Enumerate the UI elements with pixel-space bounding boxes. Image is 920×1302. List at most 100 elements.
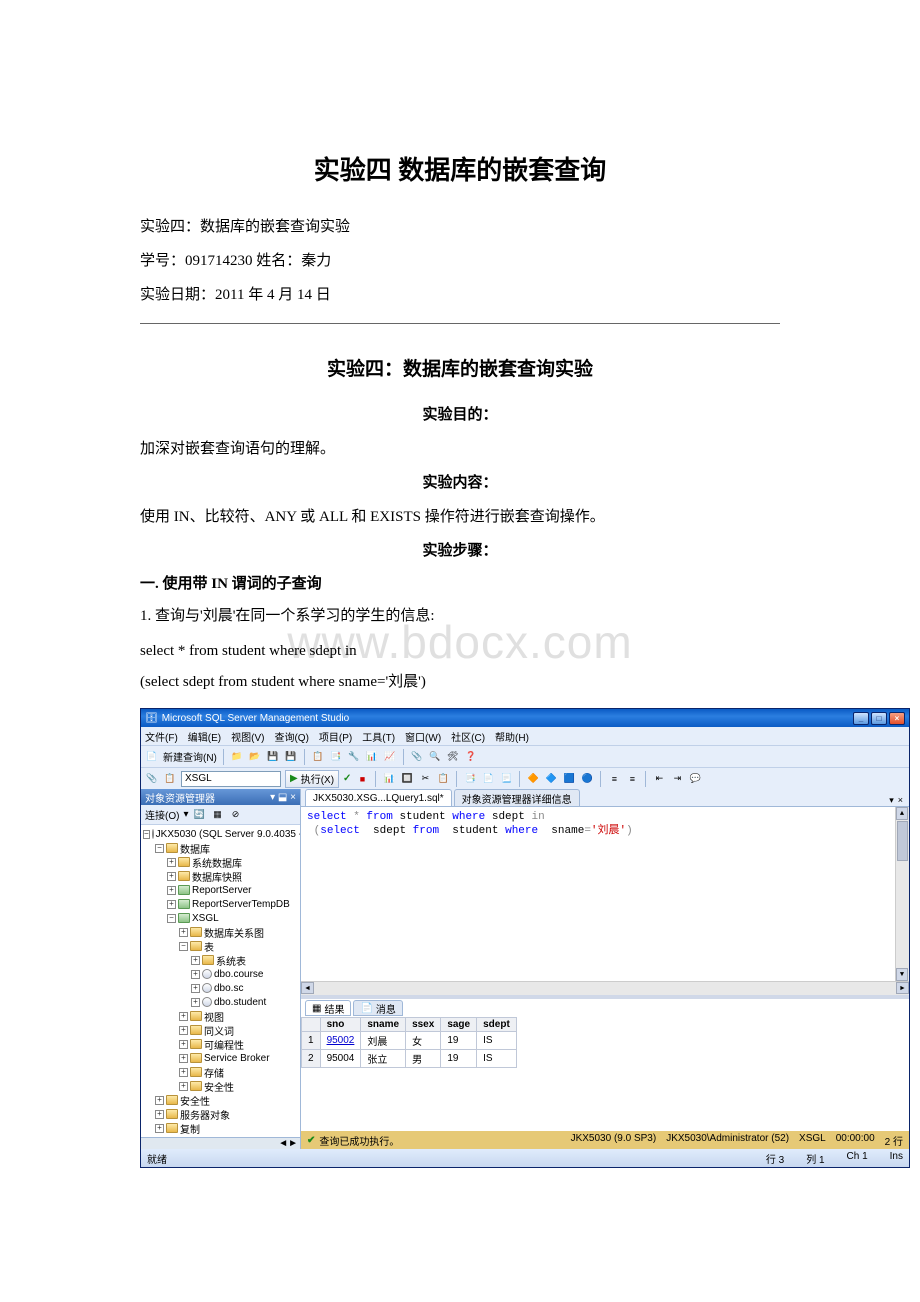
execute-button[interactable]: ▶ 执行(X)	[285, 770, 339, 788]
tree-node[interactable]: +系统数据库	[141, 855, 300, 869]
save-icon[interactable]: 💾	[266, 750, 280, 764]
menu-community[interactable]: 社区(C)	[451, 729, 485, 744]
tree-node[interactable]: +ReportServerTempDB	[141, 897, 300, 911]
results-grid[interactable]: sno sname ssex sage sdept 1 95002 刘晨 女	[301, 1017, 909, 1131]
tab-oe-details[interactable]: 对象资源管理器详细信息	[454, 789, 580, 806]
meta-student-info: 学号：091714230 姓名：秦力	[140, 249, 780, 273]
table-row[interactable]: 1 95002 刘晨 女 19 IS	[302, 1032, 517, 1050]
tab-messages[interactable]: 📄消息	[353, 1000, 402, 1016]
tool-icon[interactable]: 📃	[499, 772, 513, 786]
tree-node[interactable]: +Service Broker	[141, 1051, 300, 1065]
new-query-button[interactable]: 新建查询(N)	[163, 749, 217, 764]
connect-button[interactable]: 连接(O)	[145, 807, 179, 822]
database-selector[interactable]: XSGL	[181, 771, 281, 787]
tool-icon[interactable]: 🟦	[562, 772, 576, 786]
tool-icon[interactable]: 📈	[383, 750, 397, 764]
menu-project[interactable]: 项目(P)	[319, 729, 352, 744]
tree-node[interactable]: +存储	[141, 1065, 300, 1079]
menu-window[interactable]: 窗口(W)	[405, 729, 441, 744]
tree-node[interactable]: +数据库快照	[141, 869, 300, 883]
tree-node[interactable]: +安全性	[141, 1093, 300, 1107]
tree-node[interactable]: +系统表	[141, 953, 300, 967]
tool-icon[interactable]: 🔵	[580, 772, 594, 786]
window-titlebar[interactable]: 🗄 Microsoft SQL Server Management Studio…	[141, 709, 909, 727]
tool-icon[interactable]: 📊	[365, 750, 379, 764]
tool-icon[interactable]: 📑	[329, 750, 343, 764]
table-row[interactable]: 2 95004 张立 男 19 IS	[302, 1050, 517, 1068]
tool-icon[interactable]: ✂	[418, 772, 432, 786]
tree-server-node[interactable]: −JKX5030 (SQL Server 9.0.4035 - JKX5030\…	[141, 827, 300, 841]
col-sdept[interactable]: sdept	[477, 1018, 517, 1032]
menu-query[interactable]: 查询(Q)	[274, 729, 308, 744]
tab-query-file[interactable]: JKX5030.XSG...LQuery1.sql*	[305, 789, 452, 806]
close-button[interactable]: ×	[889, 712, 905, 725]
tree-node[interactable]: +服务器对象	[141, 1107, 300, 1121]
tool-icon[interactable]: 📄	[481, 772, 495, 786]
tab-dropdown-icon[interactable]: ▾	[889, 795, 894, 806]
tool-icon[interactable]: 📋	[311, 750, 325, 764]
tool-icon[interactable]: 📎	[145, 772, 159, 786]
filter-icon[interactable]: ▦	[210, 808, 224, 822]
parse-icon[interactable]: ✓	[343, 773, 351, 784]
help-icon[interactable]: ❓	[464, 750, 478, 764]
tree-node[interactable]: +数据库关系图	[141, 925, 300, 939]
tree-table-student[interactable]: +dbo.student	[141, 995, 300, 1009]
open-icon[interactable]: 📂	[248, 750, 262, 764]
tool-icon[interactable]: ≡	[607, 772, 621, 786]
stop-refresh-icon[interactable]: ⊘	[228, 808, 242, 822]
tool-icon[interactable]: 🛠	[446, 750, 460, 764]
col-sname[interactable]: sname	[361, 1018, 406, 1032]
refresh-icon[interactable]: 🔄	[192, 808, 206, 822]
maximize-button[interactable]: □	[871, 712, 887, 725]
stop-icon[interactable]: ■	[355, 772, 369, 786]
dropdown-icon[interactable]: ▾	[183, 809, 188, 820]
comment-icon[interactable]: 💬	[688, 772, 702, 786]
tool-icon[interactable]: 📊	[382, 772, 396, 786]
menu-help[interactable]: 帮助(H)	[495, 729, 529, 744]
tool-icon[interactable]: ≡	[625, 772, 639, 786]
new-query-icon[interactable]: 📄	[145, 750, 159, 764]
sql-editor[interactable]: select * from student where sdept in (se…	[301, 807, 909, 981]
col-sno[interactable]: sno	[320, 1018, 361, 1032]
editor-vertical-scrollbar[interactable]: ▲ ▼	[895, 807, 909, 981]
tab-results[interactable]: ▦结果	[305, 1000, 351, 1016]
tree-tables-node[interactable]: −表	[141, 939, 300, 953]
tree-node[interactable]: +可编程性	[141, 1037, 300, 1051]
menu-tools[interactable]: 工具(T)	[362, 729, 395, 744]
tree-table-course[interactable]: +dbo.course	[141, 967, 300, 981]
save-all-icon[interactable]: 💾	[284, 750, 298, 764]
tree-node[interactable]: +同义词	[141, 1023, 300, 1037]
menu-view[interactable]: 视图(V)	[231, 729, 264, 744]
tab-close-icon[interactable]: ×	[898, 795, 903, 806]
tree-databases-node[interactable]: −数据库	[141, 841, 300, 855]
folder-icon[interactable]: 📁	[230, 750, 244, 764]
col-sage[interactable]: sage	[441, 1018, 477, 1032]
tool-icon[interactable]: 🔶	[526, 772, 540, 786]
tool-icon[interactable]: 📋	[163, 772, 177, 786]
tool-icon[interactable]: 📑	[463, 772, 477, 786]
col-ssex[interactable]: ssex	[406, 1018, 441, 1032]
panel-controls[interactable]: ▾ ⬓ ×	[270, 792, 296, 803]
tool-icon[interactable]: 🔍	[428, 750, 442, 764]
minimize-button[interactable]: _	[853, 712, 869, 725]
tree-node[interactable]: +ReportServer	[141, 883, 300, 897]
outdent-icon[interactable]: ⇥	[670, 772, 684, 786]
object-explorer-tree[interactable]: −JKX5030 (SQL Server 9.0.4035 - JKX5030\…	[141, 825, 300, 1137]
editor-horizontal-scrollbar[interactable]: ◄ ►	[301, 981, 909, 995]
menu-file[interactable]: 文件(F)	[145, 729, 178, 744]
horizontal-scrollbar[interactable]: ◄►	[141, 1137, 300, 1149]
tool-icon[interactable]: 🔷	[544, 772, 558, 786]
cell-sno[interactable]: 95002	[320, 1032, 361, 1050]
tool-icon[interactable]: 🔲	[400, 772, 414, 786]
tool-icon[interactable]: 🔧	[347, 750, 361, 764]
tree-node[interactable]: +安全性	[141, 1079, 300, 1093]
object-explorer-header[interactable]: 对象资源管理器 ▾ ⬓ ×	[141, 789, 300, 805]
tool-icon[interactable]: 📋	[436, 772, 450, 786]
tool-icon[interactable]: 📎	[410, 750, 424, 764]
tree-xsgl-node[interactable]: −XSGL	[141, 911, 300, 925]
indent-icon[interactable]: ⇤	[652, 772, 666, 786]
tree-table-sc[interactable]: +dbo.sc	[141, 981, 300, 995]
menu-edit[interactable]: 编辑(E)	[188, 729, 221, 744]
tree-node[interactable]: +视图	[141, 1009, 300, 1023]
tree-node[interactable]: +复制	[141, 1121, 300, 1135]
